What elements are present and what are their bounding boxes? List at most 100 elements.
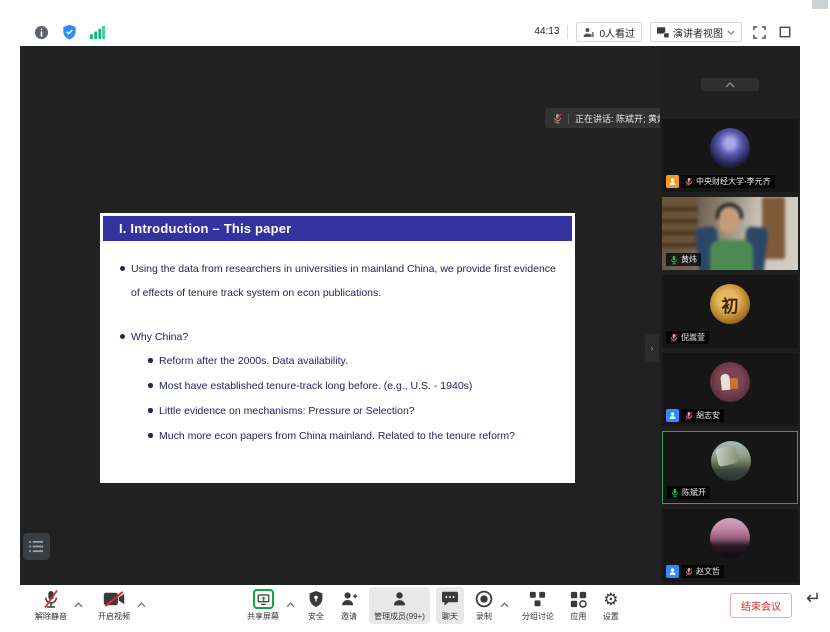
participant-tile[interactable]: 赵文哲	[662, 509, 798, 582]
start-video-label: 开启视频	[98, 611, 130, 622]
participant-avatar: 初	[710, 284, 750, 324]
participant-chip: 胡志安	[666, 409, 724, 422]
bullet-dot	[148, 408, 153, 413]
sidebar-collapse-handle[interactable]: ›	[645, 334, 659, 362]
chevron-down-icon	[727, 30, 735, 35]
agenda-list-button[interactable]	[23, 533, 50, 560]
camera-off-icon	[103, 591, 125, 607]
meeting-timer: 44:13	[534, 25, 568, 39]
speaking-toast: 正在讲话: 陈斌开; 黄炜;	[545, 108, 677, 128]
participant-name: 胡志安	[696, 410, 720, 421]
bullet-dot	[120, 334, 125, 339]
participant-avatar	[710, 128, 750, 168]
apps-button[interactable]: 应用	[565, 587, 592, 624]
member-person-icon	[666, 409, 679, 422]
chat-label: 聊天	[442, 611, 458, 622]
security-button[interactable]: 安全	[303, 587, 329, 624]
record-options-caret[interactable]	[500, 595, 509, 613]
slide-sub-bullet: Reform after the 2000s. Data availabilit…	[159, 349, 348, 373]
meeting-window: 44:13 0人看过 演讲者视图	[20, 18, 800, 625]
mic-muted-icon	[43, 589, 59, 609]
end-meeting-button[interactable]: 结束会议	[730, 593, 792, 618]
participant-avatar	[710, 362, 750, 402]
slide-sub-bullet: Most have established tenure-track long …	[159, 374, 472, 398]
active-mic-icon	[671, 488, 679, 498]
participant-chip: 中央财经大学-李元齐	[666, 175, 775, 188]
chat-bubble-icon	[441, 591, 459, 607]
share-screen-icon	[253, 589, 274, 609]
participant-tile-active-speaker[interactable]: 陈斌开	[662, 431, 798, 504]
share-options-caret[interactable]	[286, 595, 295, 613]
chat-button[interactable]: 聊天	[436, 587, 464, 624]
encryption-shield-icon[interactable]	[60, 23, 78, 41]
manage-participants-button[interactable]: 管理成员(99+)	[369, 587, 430, 624]
breakout-rooms-icon	[529, 591, 546, 608]
unmute-label: 解除静音	[35, 611, 67, 622]
manage-participants-label: 管理成员(99+)	[374, 611, 425, 622]
start-video-button[interactable]: 开启视频	[93, 587, 135, 624]
settings-button[interactable]: ⚙ 设置	[598, 587, 624, 624]
security-label: 安全	[308, 611, 324, 622]
viewers-label: 0人看过	[599, 25, 635, 40]
invite-button[interactable]: 邀请	[335, 587, 363, 624]
muted-mic-icon	[685, 567, 693, 577]
security-shield-icon	[308, 590, 324, 608]
view-mode-button[interactable]: 演讲者视图	[650, 22, 742, 42]
active-mic-icon	[670, 255, 678, 265]
participant-name: 赵文哲	[696, 566, 720, 577]
top-bar-right: 44:13 0人看过 演讲者视图	[534, 18, 794, 46]
unmute-button[interactable]: 解除静音	[30, 587, 72, 624]
participant-tile[interactable]: 胡志安	[662, 353, 798, 426]
avatar-calligraphy-glyph: 初	[722, 292, 739, 317]
return-key-icon: ↵	[806, 588, 821, 609]
breakout-rooms-label: 分组讨论	[522, 611, 554, 622]
window-mode-icon[interactable]	[776, 23, 794, 41]
invite-person-icon	[340, 590, 358, 608]
invite-label: 邀请	[341, 611, 357, 622]
participant-tile[interactable]: 中央财经大学-李元齐	[662, 119, 798, 192]
bullet-dot	[120, 266, 125, 271]
participant-chip: 赵文哲	[666, 565, 724, 578]
muted-mic-icon	[553, 113, 562, 124]
participant-chip: 倪嵩萱	[666, 331, 709, 344]
record-button[interactable]: 录制	[470, 587, 498, 624]
video-options-caret[interactable]	[137, 595, 146, 613]
chevron-right-icon: ›	[651, 343, 654, 353]
screen-corner-artifact	[812, 0, 828, 9]
speaking-toast-text: 正在讲话: 陈斌开; 黄炜;	[575, 112, 669, 125]
participant-name: 倪嵩萱	[681, 332, 705, 343]
muted-mic-icon	[685, 177, 693, 187]
mic-options-caret[interactable]	[74, 595, 83, 613]
toolbar-center-group: 共享屏幕 安全 邀请	[242, 587, 624, 624]
record-label: 录制	[476, 611, 492, 622]
meeting-info-icon[interactable]	[32, 23, 50, 41]
top-bar: 44:13 0人看过 演讲者视图	[20, 18, 800, 46]
slide-sub-bullet: Little evidence on mechanisms: Pressure …	[159, 399, 415, 423]
participants-sidebar: 中央财经大学-李元齐	[660, 46, 800, 585]
toast-divider	[568, 113, 569, 124]
share-screen-button[interactable]: 共享屏幕	[242, 587, 284, 624]
muted-mic-icon	[670, 333, 678, 343]
apps-grid-icon	[570, 591, 587, 608]
slide-bullet: Why China?	[131, 325, 188, 349]
participant-avatar	[710, 518, 750, 558]
view-mode-label: 演讲者视图	[673, 25, 723, 40]
participant-tile[interactable]: 黄炜	[662, 197, 798, 270]
participant-chip: 黄炜	[666, 253, 701, 266]
share-screen-label: 共享屏幕	[247, 611, 279, 622]
presentation-slide: I. Introduction – This paper Using the d…	[100, 213, 575, 483]
bullet-dot	[148, 433, 153, 438]
viewers-button[interactable]: 0人看过	[576, 22, 642, 42]
participant-name: 黄炜	[681, 254, 697, 265]
scroll-up-button[interactable]	[701, 78, 759, 91]
chevron-up-icon	[725, 82, 735, 88]
settings-label: 设置	[603, 611, 619, 622]
network-signal-icon	[88, 23, 106, 41]
list-icon	[29, 540, 44, 553]
slide-title: I. Introduction – This paper	[119, 221, 291, 236]
fullscreen-icon[interactable]	[750, 23, 768, 41]
breakout-rooms-button[interactable]: 分组讨论	[517, 587, 559, 624]
participant-tile[interactable]: 初 倪嵩萱	[662, 275, 798, 348]
participant-name: 中央财经大学-李元齐	[696, 176, 771, 187]
apps-label: 应用	[570, 611, 586, 622]
